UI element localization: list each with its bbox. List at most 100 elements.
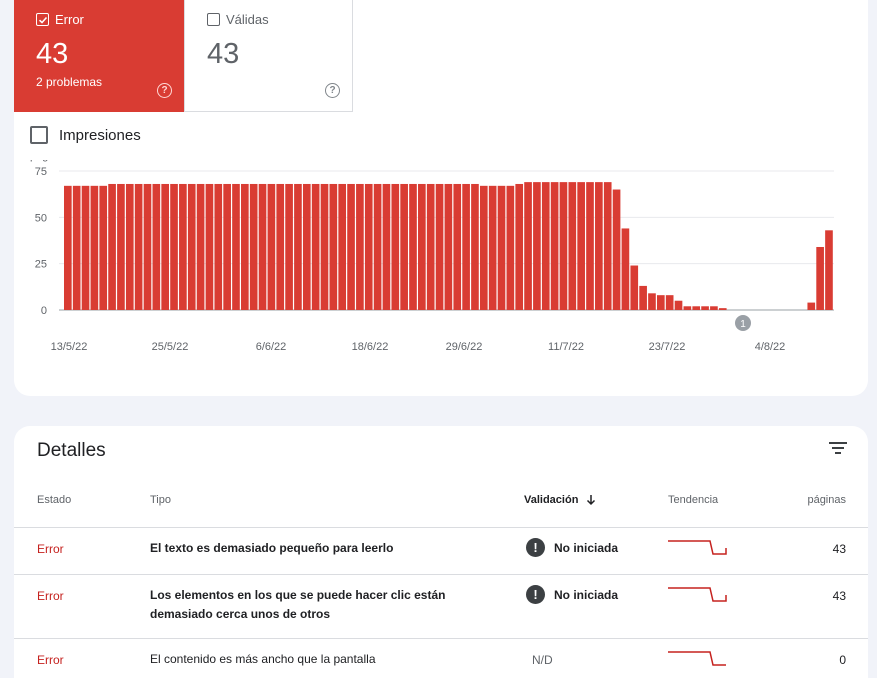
bar [568, 182, 577, 310]
bar [577, 182, 585, 310]
bar [444, 183, 453, 310]
row-validation: ! No iniciada [526, 538, 618, 557]
bar [179, 183, 187, 310]
error-tile-header: Error [36, 12, 84, 27]
row-validation: N/D [532, 653, 553, 667]
x-tick-label: 18/6/22 [352, 341, 389, 353]
bar [223, 183, 231, 310]
x-tick-label: 25/5/22 [152, 341, 189, 353]
bar [479, 185, 488, 310]
x-tick-label: 13/5/22 [51, 341, 88, 353]
bar [81, 185, 90, 310]
row-state: Error [37, 542, 64, 556]
valid-count: 43 [207, 38, 240, 70]
bar [205, 183, 214, 310]
trend-sparkline [668, 587, 727, 602]
bar [338, 183, 347, 310]
bar [285, 183, 293, 310]
bar [373, 183, 382, 310]
row-type: El texto es demasiado pequeño para leerl… [150, 541, 394, 555]
row-state: Error [37, 589, 64, 603]
column-header-tendencia[interactable]: Tendencia [668, 494, 718, 506]
bar [524, 182, 532, 310]
trend-sparkline [668, 540, 727, 555]
overview-card: Error 43 2 problemas ? Válidas 43 ? Impr… [14, 0, 868, 396]
bar [488, 185, 497, 310]
bar [710, 306, 718, 310]
row-pages: 0 [839, 653, 846, 667]
bar [621, 228, 630, 310]
bar [320, 183, 329, 310]
row-divider [14, 574, 868, 575]
details-title: Detalles [37, 440, 106, 461]
row-type: Los elementos en los que se puede hacer … [150, 588, 446, 621]
help-icon[interactable]: ? [157, 83, 172, 98]
bar [816, 246, 824, 310]
bar [435, 183, 444, 310]
error-count: 43 [36, 38, 69, 70]
bar [533, 182, 541, 310]
y-tick-label: 25 [35, 259, 47, 271]
annotation-label: 1 [740, 319, 746, 330]
x-tick-label: 6/6/22 [256, 341, 287, 353]
impressions-toggle[interactable]: Impresiones [30, 126, 141, 144]
bar [391, 183, 400, 310]
row-validation: ! No iniciada [526, 585, 618, 604]
impressions-label: Impresiones [59, 126, 141, 144]
bar [453, 183, 462, 310]
bar [692, 306, 701, 310]
column-header-paginas[interactable]: páginas [786, 494, 846, 506]
bar [267, 183, 276, 310]
row-pages: 43 [832, 542, 846, 556]
error-tile[interactable]: Error 43 2 problemas ? [14, 0, 184, 112]
column-header-estado[interactable]: Estado [37, 494, 71, 506]
bar [665, 295, 674, 310]
column-header-validacion[interactable]: Validación [524, 494, 596, 506]
pages-bar-chart: páginas 75 50 25 0 13/5/22 25/5/22 6/6/22 18/6/2… [30, 160, 834, 353]
x-tick-label: 11/7/22 [548, 341, 584, 353]
exclamation-icon: ! [526, 538, 545, 557]
exclamation-icon: ! [526, 585, 545, 604]
bar [64, 185, 72, 310]
bar [701, 306, 709, 310]
checkbox-unchecked-icon[interactable] [207, 13, 220, 26]
bar [329, 183, 338, 310]
row-pages: 43 [832, 589, 846, 603]
bar [347, 183, 355, 310]
bar [241, 183, 249, 310]
bar [550, 182, 559, 310]
bar [90, 185, 99, 310]
bar [612, 189, 621, 310]
bar [134, 183, 143, 310]
column-header-tipo[interactable]: Tipo [150, 494, 171, 506]
valid-tile[interactable]: Válidas 43 ? [184, 0, 353, 112]
y-tick-label: 50 [35, 212, 47, 224]
bar [656, 295, 665, 310]
valid-tile-header: Válidas [207, 12, 269, 27]
bar [249, 183, 258, 310]
bar [125, 183, 134, 310]
row-validation-label: No iniciada [554, 587, 619, 602]
bar [674, 300, 683, 310]
y-tick-label: 75 [35, 166, 47, 178]
bar [418, 183, 426, 310]
bar [630, 265, 639, 310]
bar [161, 183, 170, 310]
bar [302, 183, 311, 310]
bar [462, 183, 470, 310]
bar [356, 183, 364, 310]
checkbox-checked-icon[interactable] [36, 13, 49, 26]
row-divider [14, 527, 868, 528]
y-tick-label: 0 [41, 305, 47, 317]
row-state: Error [37, 653, 64, 667]
help-icon[interactable]: ? [325, 83, 340, 98]
bar [639, 285, 647, 310]
x-tick-label: 29/6/22 [446, 341, 483, 353]
x-tick-label: 4/8/22 [755, 341, 786, 353]
arrow-down-icon [587, 495, 596, 506]
bar [506, 185, 515, 310]
checkbox-unchecked-icon[interactable] [30, 126, 48, 144]
bar [364, 183, 373, 310]
bar [276, 183, 285, 310]
filter-icon[interactable] [828, 440, 848, 456]
